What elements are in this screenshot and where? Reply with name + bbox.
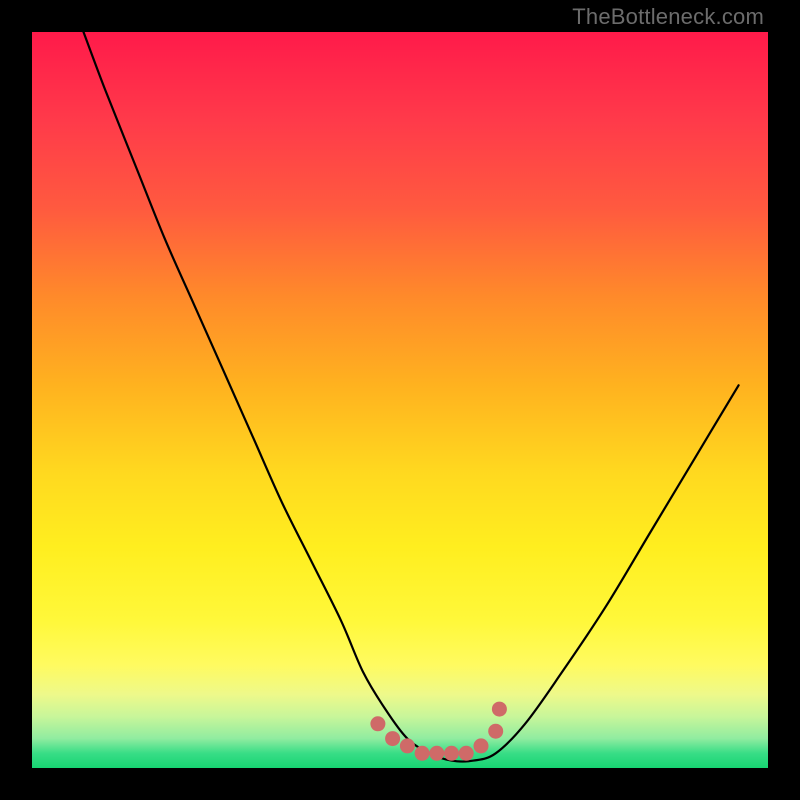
optimal-dot bbox=[474, 738, 489, 753]
optimal-dot bbox=[415, 746, 430, 761]
optimal-dot bbox=[444, 746, 459, 761]
plot-area bbox=[32, 32, 768, 768]
curve-layer bbox=[32, 32, 768, 768]
optimal-dot bbox=[400, 738, 415, 753]
bottleneck-curve bbox=[84, 32, 739, 762]
optimal-range-dots bbox=[370, 702, 507, 761]
optimal-dot bbox=[459, 746, 474, 761]
optimal-dot bbox=[488, 724, 503, 739]
optimal-dot bbox=[429, 746, 444, 761]
optimal-dot bbox=[370, 716, 385, 731]
chart-frame: TheBottleneck.com bbox=[0, 0, 800, 800]
watermark-text: TheBottleneck.com bbox=[572, 4, 764, 30]
optimal-dot bbox=[385, 731, 400, 746]
bottleneck-curve-path bbox=[84, 32, 739, 762]
optimal-dot bbox=[492, 702, 507, 717]
